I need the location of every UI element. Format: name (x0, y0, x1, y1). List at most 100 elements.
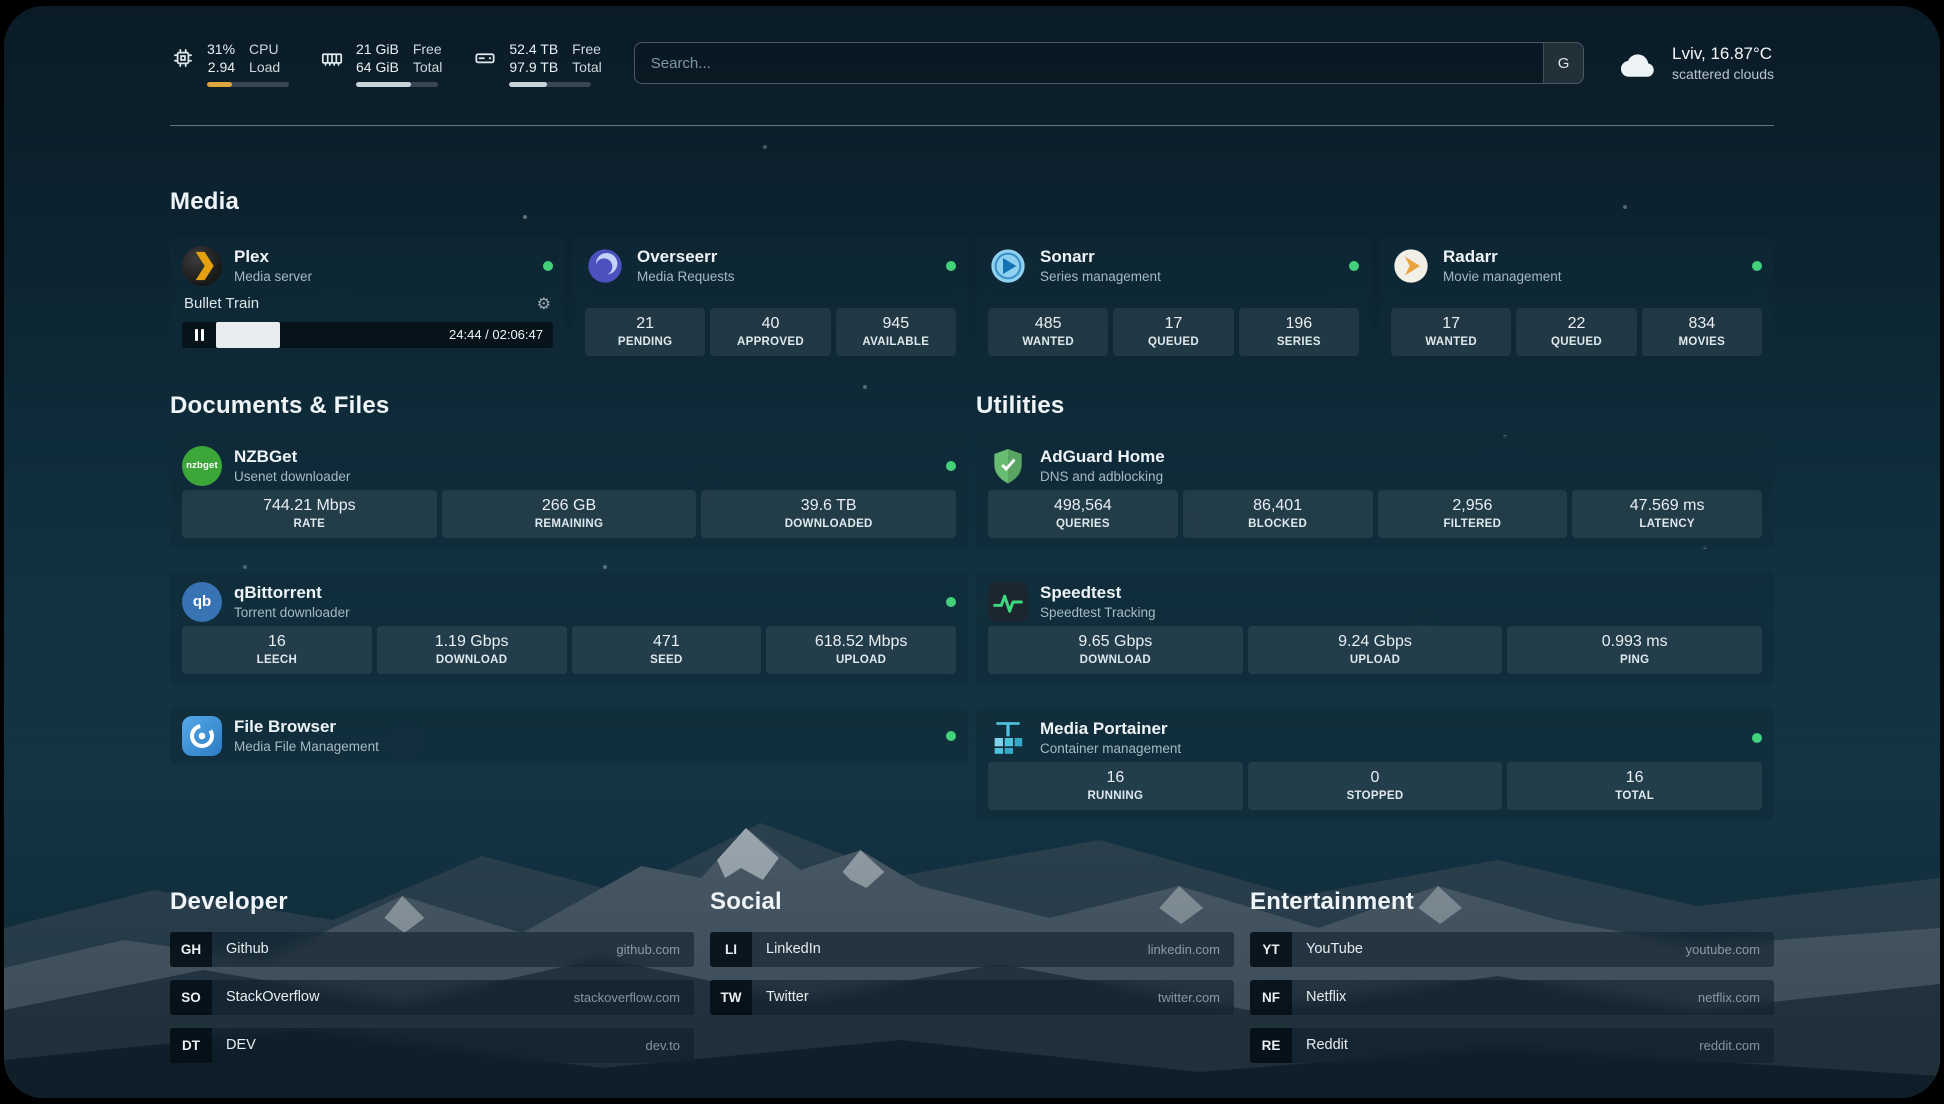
card-title: Plex (234, 247, 531, 267)
status-dot (946, 461, 956, 471)
disk-widget: 52.4 TB 97.9 TB Free Total (472, 40, 601, 87)
bookmark-stackoverflow[interactable]: SO StackOverflow stackoverflow.com (170, 980, 694, 1015)
stat-box: 1.19 Gbps DOWNLOAD (377, 626, 567, 674)
plex-player-bar: 24:44 / 02:06:47 (182, 322, 553, 348)
card-subtitle: Series management (1040, 269, 1337, 284)
stat-box: 86,401 BLOCKED (1183, 490, 1373, 538)
bookmark-github[interactable]: GH Github github.com (170, 932, 694, 967)
card-adguard[interactable]: AdGuard Home DNS and adblocking 498,564 … (976, 436, 1774, 548)
card-subtitle: DNS and adblocking (1040, 469, 1762, 484)
stat-box: 2,956 FILTERED (1378, 490, 1568, 538)
memory-widget: 21 GiB 64 GiB Free Total (319, 40, 442, 87)
memory-icon (319, 45, 345, 71)
status-dot (543, 261, 553, 271)
stat-box: 16 TOTAL (1507, 762, 1762, 810)
plex-now-playing: Bullet Train ⚙ (182, 294, 553, 314)
bookmark-name: LinkedIn (766, 941, 821, 957)
status-dot (1752, 261, 1762, 271)
disk-bar (509, 82, 591, 87)
card-subtitle: Usenet downloader (234, 469, 934, 484)
bookmark-name: Github (226, 941, 269, 957)
search-input[interactable] (635, 43, 1543, 83)
bookmark-linkedin[interactable]: LI LinkedIn linkedin.com (710, 932, 1234, 967)
radarr-icon (1391, 246, 1431, 286)
bookmark-name: Twitter (766, 989, 809, 1005)
stat-box: 9.24 Gbps UPLOAD (1248, 626, 1503, 674)
overseerr-icon (585, 246, 625, 286)
stat-box: 618.52 Mbps UPLOAD (766, 626, 956, 674)
bookmarks-developer: Developer GH Github github.com SO StackO… (170, 888, 694, 1063)
dashboard-window: 31% 2.94 CPU Load (4, 6, 1940, 1098)
sonarr-icon (988, 246, 1028, 286)
playback-time: 24:44 / 02:06:47 (449, 327, 543, 342)
stat-box: 498,564 QUERIES (988, 490, 1178, 538)
bookmarks-section: Developer GH Github github.com SO StackO… (170, 888, 1774, 1063)
stat-box: 471 SEED (572, 626, 762, 674)
filebrowser-icon (182, 716, 222, 756)
bookmark-url: youtube.com (1686, 942, 1760, 957)
card-qbittorrent[interactable]: qb qBittorrent Torrent downloader 16 (170, 572, 968, 684)
disk-free-value: 52.4 TB (509, 40, 558, 58)
pause-button[interactable] (182, 329, 216, 341)
header-divider (170, 125, 1774, 126)
stat-box: 196 SERIES (1239, 308, 1359, 356)
memory-free-value: 21 GiB (356, 40, 399, 58)
card-sonarr[interactable]: Sonarr Series management 485 WANTED 17 Q… (976, 236, 1371, 366)
stat-box: 945 AVAILABLE (836, 308, 956, 356)
card-title: AdGuard Home (1040, 447, 1762, 467)
card-plex[interactable]: Plex Media server Bullet Train ⚙ 24:44 /… (170, 236, 565, 366)
cpu-load-label: Load (249, 58, 280, 76)
card-nzbget[interactable]: nzbget NZBGet Usenet downloader 744.21 M… (170, 436, 968, 548)
card-filebrowser[interactable]: File Browser Media File Management (170, 708, 968, 764)
weather-condition: scattered clouds (1672, 65, 1774, 83)
bookmark-url: dev.to (646, 1038, 680, 1053)
memory-free-label: Free (413, 40, 442, 58)
section-title-documents: Documents & Files (170, 392, 968, 420)
card-subtitle: Media File Management (234, 739, 934, 754)
section-documents: Documents & Files nzbget NZBGet Usenet d… (170, 392, 968, 764)
card-title: NZBGet (234, 447, 934, 467)
bookmark-youtube[interactable]: YT YouTube youtube.com (1250, 932, 1774, 967)
bookmark-abbr: DT (170, 1028, 212, 1063)
speedtest-icon (988, 582, 1028, 622)
now-playing-title: Bullet Train (184, 295, 259, 312)
card-speedtest[interactable]: Speedtest Speedtest Tracking 9.65 Gbps D… (976, 572, 1774, 684)
nzbget-icon: nzbget (182, 446, 222, 486)
stat-box: 0 STOPPED (1248, 762, 1503, 810)
bookmark-abbr: LI (710, 932, 752, 967)
disk-total-value: 97.9 TB (509, 58, 558, 76)
cpu-widget: 31% 2.94 CPU Load (170, 40, 289, 87)
card-subtitle: Media server (234, 269, 531, 284)
card-radarr[interactable]: Radarr Movie management 17 WANTED 22 QUE… (1379, 236, 1774, 366)
playback-progress-fill (216, 322, 280, 348)
bookmark-netflix[interactable]: NF Netflix netflix.com (1250, 980, 1774, 1015)
card-title: Overseerr (637, 247, 934, 267)
stat-box: 16 RUNNING (988, 762, 1243, 810)
bookmark-dev[interactable]: DT DEV dev.to (170, 1028, 694, 1063)
settings-gear-icon[interactable]: ⚙ (537, 294, 551, 314)
cpu-load-value: 2.94 (208, 58, 235, 76)
bookmark-reddit[interactable]: RE Reddit reddit.com (1250, 1028, 1774, 1063)
status-dot (946, 261, 956, 271)
card-portainer[interactable]: Media Portainer Container management 16 … (976, 708, 1774, 820)
weather-location: Lviv, 16.87°C (1672, 43, 1774, 65)
bookmark-abbr: NF (1250, 980, 1292, 1015)
search-provider-button[interactable]: G (1543, 43, 1583, 83)
stat-box: 0.993 ms PING (1507, 626, 1762, 674)
disk-total-label: Total (572, 58, 602, 76)
status-dot (1752, 733, 1762, 743)
card-title: File Browser (234, 717, 934, 737)
bookmark-name: Netflix (1306, 989, 1346, 1005)
stat-box: 744.21 Mbps RATE (182, 490, 437, 538)
section-title-media: Media (170, 188, 1774, 216)
bookmark-twitter[interactable]: TW Twitter twitter.com (710, 980, 1234, 1015)
cpu-usage-label: CPU (249, 40, 279, 58)
bookmark-name: Reddit (1306, 1037, 1348, 1053)
bookmark-url: github.com (616, 942, 680, 957)
memory-total-label: Total (413, 58, 443, 76)
portainer-icon (988, 718, 1028, 758)
stat-box: 9.65 Gbps DOWNLOAD (988, 626, 1243, 674)
cpu-icon (170, 45, 196, 71)
card-overseerr[interactable]: Overseerr Media Requests 21 PENDING 40 A… (573, 236, 968, 366)
media-grid: Plex Media server Bullet Train ⚙ 24:44 /… (170, 236, 1774, 366)
